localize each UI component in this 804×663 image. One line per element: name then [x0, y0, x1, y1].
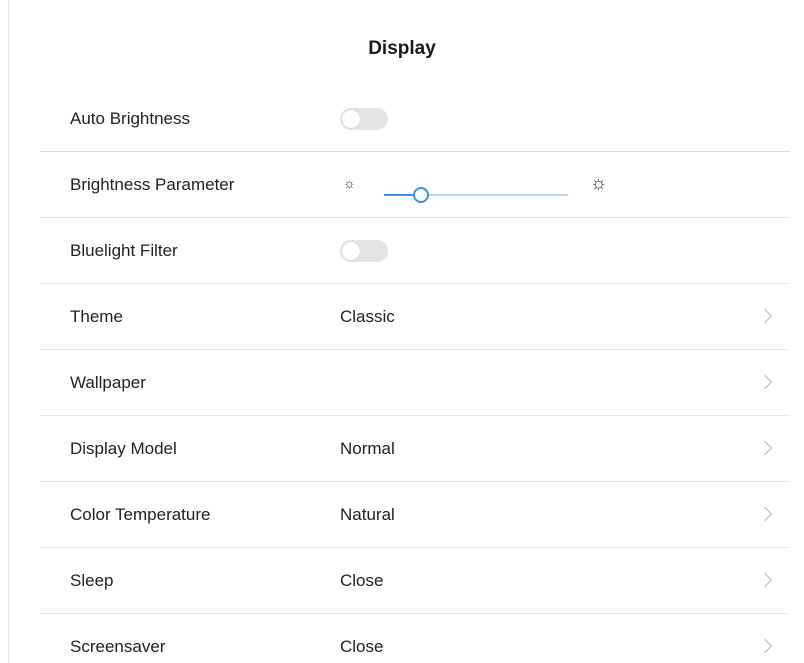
- auto-brightness-label: Auto Brightness: [70, 108, 191, 128]
- display-model-value: Normal: [340, 438, 395, 458]
- row-auto-brightness: Auto Brightness: [40, 86, 790, 152]
- theme-label: Theme: [70, 306, 123, 326]
- chevron-right-icon: [757, 440, 773, 455]
- bluelight-filter-toggle[interactable]: [340, 239, 388, 262]
- chevron-right-icon: [757, 308, 773, 323]
- brightness-slider[interactable]: [384, 186, 568, 203]
- row-bluelight-filter: Bluelight Filter: [40, 218, 790, 284]
- brightness-parameter-label: Brightness Parameter: [70, 174, 235, 194]
- toggle-knob: [342, 109, 360, 128]
- color-temperature-value: Natural: [340, 504, 395, 524]
- display-model-label: Display Model: [70, 438, 177, 458]
- display-settings-screen: Display Auto Brightness Brightness Param…: [0, 0, 804, 663]
- row-wallpaper[interactable]: Wallpaper: [40, 350, 790, 416]
- row-brightness-parameter: Brightness Parameter ☼ ☼: [40, 152, 790, 218]
- row-sleep[interactable]: Sleep Close: [40, 548, 790, 614]
- chevron-right-icon: [757, 572, 773, 587]
- chevron-right-icon: [757, 374, 773, 389]
- auto-brightness-toggle[interactable]: [340, 107, 388, 130]
- bluelight-filter-label: Bluelight Filter: [70, 240, 178, 260]
- sun-small-icon: ☼: [343, 174, 356, 191]
- page-title: Display: [368, 38, 436, 59]
- theme-value: Classic: [340, 306, 395, 326]
- color-temperature-label: Color Temperature: [70, 504, 211, 524]
- left-edge-divider: [8, 0, 9, 663]
- screensaver-value: Close: [340, 637, 384, 656]
- sleep-value: Close: [340, 570, 384, 590]
- chevron-right-icon: [757, 506, 773, 521]
- sun-large-icon: ☼: [590, 172, 608, 194]
- row-screensaver[interactable]: Screensaver Close: [40, 614, 790, 663]
- settings-list: Auto Brightness Brightness Parameter ☼ ☼…: [40, 86, 790, 663]
- row-theme[interactable]: Theme Classic: [40, 284, 790, 350]
- slider-thumb[interactable]: [412, 186, 429, 203]
- chevron-right-icon: [757, 638, 773, 654]
- wallpaper-label: Wallpaper: [70, 372, 146, 392]
- row-color-temperature[interactable]: Color Temperature Natural: [40, 482, 790, 548]
- toggle-knob: [342, 241, 360, 260]
- screensaver-label: Screensaver: [70, 637, 166, 656]
- sleep-label: Sleep: [70, 570, 114, 590]
- row-display-model[interactable]: Display Model Normal: [40, 416, 790, 482]
